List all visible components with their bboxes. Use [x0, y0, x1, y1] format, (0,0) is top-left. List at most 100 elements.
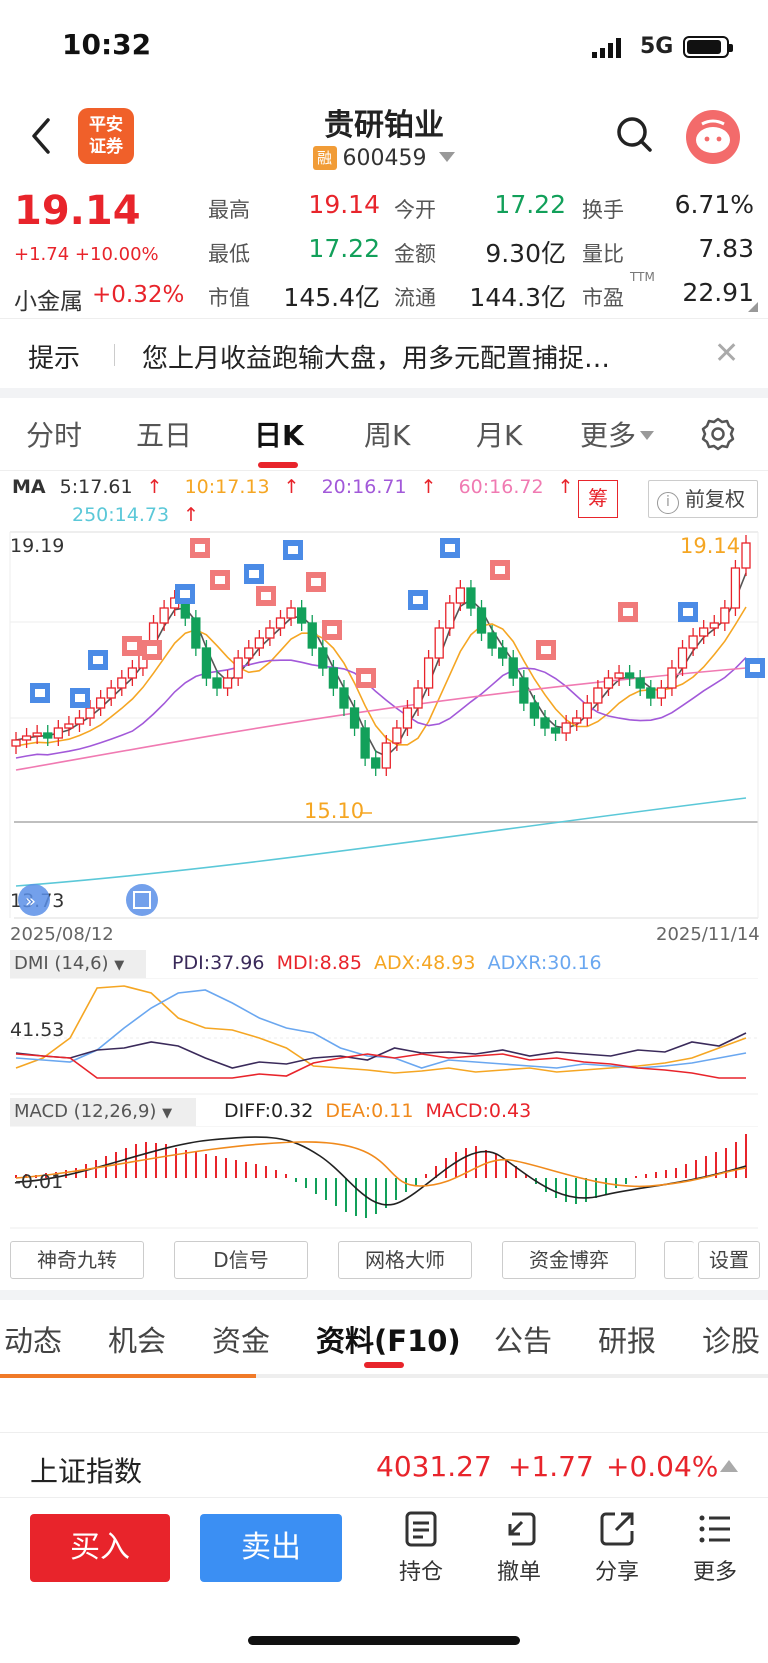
mdi-value: MDI:8.85: [276, 952, 362, 974]
candle: [117, 677, 127, 689]
candle: [582, 702, 592, 719]
buy-signal-badge: [536, 640, 556, 660]
candle: [487, 632, 497, 649]
candle: [423, 657, 434, 689]
dmi-lines: [15, 985, 747, 1079]
indicator-button-grid-master[interactable]: 网格大师: [338, 1241, 472, 1279]
adxr-value: ADXR:30.16: [487, 952, 602, 974]
chip-distribution-button[interactable]: 筹: [578, 480, 618, 518]
tab-daily-k[interactable]: 日K: [254, 414, 304, 454]
candle: [614, 672, 624, 679]
dmi-chart[interactable]: 41.53: [0, 978, 768, 1096]
signal-badge-glyph: [261, 592, 271, 600]
indicator-button-partial[interactable]: [664, 1241, 694, 1279]
cancel-order-button[interactable]: 撤单: [484, 1510, 554, 1586]
tab-more-label: 更多: [580, 419, 637, 452]
close-icon[interactable]: ✕: [714, 336, 739, 371]
signal-badge-glyph: [311, 578, 321, 586]
candle: [720, 607, 730, 624]
up-arrow-icon: ↑: [177, 504, 200, 526]
notice-text[interactable]: 您上月收益跑输大盘，用多元配置捕捉…: [142, 338, 610, 375]
signal-badge-glyph: [127, 642, 137, 650]
gear-icon[interactable]: [700, 416, 736, 452]
signal-badge-glyph: [288, 546, 298, 554]
candle: [402, 707, 413, 729]
adx-value: ADX:48.93: [374, 952, 476, 974]
battery-icon: [683, 36, 733, 58]
ma10-text: 10:17.13: [184, 476, 270, 498]
open-label: 今开: [394, 198, 436, 222]
dmi-selector[interactable]: DMI (14,6) ▼: [10, 950, 146, 978]
indicator-button-fund-game[interactable]: 资金博弈: [502, 1241, 636, 1279]
tab-research[interactable]: 研报: [598, 1318, 656, 1360]
tab-opportunity[interactable]: 机会: [108, 1318, 166, 1360]
tab-five-day[interactable]: 五日: [136, 414, 192, 454]
indicator-button-nine-turns[interactable]: 神奇九转: [10, 1241, 144, 1279]
sell-signal-badge: [244, 564, 264, 584]
position-button[interactable]: 持仓: [386, 1510, 456, 1586]
indicator-button-d-signal[interactable]: D信号: [174, 1241, 308, 1279]
sell-button[interactable]: 卖出: [200, 1514, 342, 1582]
adjust-type-button[interactable]: i 前复权: [648, 480, 758, 518]
buy-signal-badge: [356, 668, 376, 688]
macd-selector[interactable]: MACD (12,26,9) ▼: [10, 1098, 196, 1126]
candle: [11, 739, 21, 747]
document-icon: [405, 1511, 437, 1547]
float-label: 流通: [394, 286, 436, 310]
indicator-settings-button[interactable]: 设置: [698, 1241, 760, 1279]
active-tab-indicator: [364, 1362, 404, 1368]
candle: [508, 657, 518, 679]
chevron-down-icon: ▼: [162, 1106, 173, 1121]
macd-chart[interactable]: -0.01: [0, 1126, 768, 1230]
signal-badge-glyph: [195, 544, 205, 552]
search-icon[interactable]: [614, 114, 654, 154]
candle: [413, 687, 423, 709]
assistant-avatar-icon[interactable]: [686, 110, 740, 164]
notice-label: 提示: [28, 344, 81, 374]
price-change: +1.74 +10.00%: [14, 244, 159, 265]
candlestick-chart[interactable]: 19.19 19.14 15.10 13.73 »: [0, 528, 768, 948]
buy-button[interactable]: 买入: [30, 1514, 170, 1582]
candle: [529, 702, 540, 719]
chevron-up-icon[interactable]: [720, 1460, 738, 1472]
tab-funds[interactable]: 资金: [212, 1318, 270, 1360]
change-pct: +10.00%: [74, 244, 159, 265]
expand-corner-icon[interactable]: [748, 302, 758, 312]
tab-weekly-k[interactable]: 周K: [364, 414, 410, 454]
ma250-line: [15, 797, 747, 887]
section-gap: [0, 388, 768, 398]
tab-announcements[interactable]: 公告: [494, 1318, 552, 1360]
status-time: 10:32: [62, 28, 152, 61]
buy-signal-badge: [122, 636, 142, 656]
ma-legend: MA 5:17.61 ↑ 10:17.13 ↑ 20:16.71 ↑ 60:16…: [12, 474, 590, 526]
ma20-line: [15, 656, 747, 759]
candle: [21, 735, 32, 741]
tab-f10[interactable]: 资料(F10): [316, 1318, 461, 1360]
margin-badge: 融: [312, 146, 337, 170]
vol-ratio-value: 7.83: [698, 234, 754, 263]
share-button[interactable]: 分享: [582, 1510, 652, 1586]
ma5-text: 5:17.61: [59, 476, 133, 498]
sell-signal-badge: [408, 590, 428, 610]
candle: [572, 717, 582, 724]
tab-intraday[interactable]: 分时: [26, 414, 82, 454]
more-button[interactable]: 更多: [680, 1510, 750, 1586]
dropdown-icon: [439, 152, 456, 162]
tab-news[interactable]: 动态: [4, 1318, 62, 1360]
fullscreen-icon[interactable]: [126, 884, 158, 916]
sector-name[interactable]: 小金属: [14, 282, 83, 316]
signal-badge-glyph: [445, 544, 455, 552]
candle: [371, 757, 381, 769]
info-icon: i: [657, 492, 679, 514]
up-arrow-icon: ↑: [414, 476, 437, 498]
candle: [561, 722, 571, 734]
candle: [381, 742, 391, 769]
tab-monthly-k[interactable]: 月K: [476, 414, 522, 454]
signal-badge-glyph: [215, 576, 225, 584]
index-value: 4031.27: [376, 1450, 492, 1483]
macd-title: MACD (12,26,9): [14, 1101, 157, 1122]
tab-diagnosis[interactable]: 诊股: [702, 1318, 760, 1360]
tab-more[interactable]: 更多: [580, 414, 655, 454]
macd-value: MACD:0.43: [425, 1100, 532, 1122]
candle: [667, 667, 677, 689]
